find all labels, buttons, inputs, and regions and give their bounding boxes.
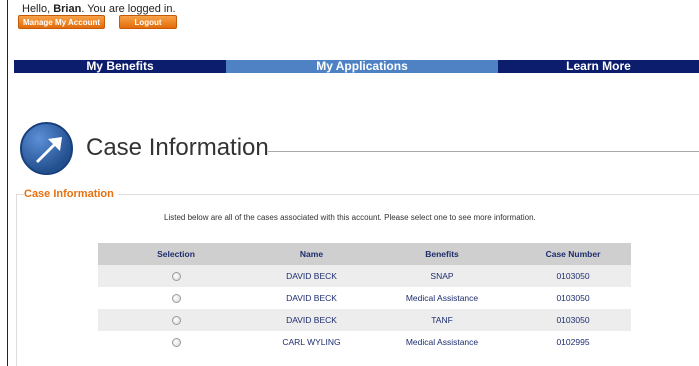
manage-account-button[interactable]: Manage My Account [18,15,105,29]
nav-my-benefits[interactable]: My Benefits [14,60,226,73]
case-number-cell: 0103050 [515,265,631,287]
logout-button[interactable]: Logout [119,15,177,29]
name-cell: DAVID BECK [254,309,369,331]
selection-cell [98,287,254,309]
table-row[interactable]: DAVID BECK Medical Assistance 0103050 [98,287,631,309]
arrow-icon [20,122,73,175]
case-number-cell: 0102995 [515,331,631,353]
section-border-top [16,194,699,195]
benefits-cell: TANF [369,309,515,331]
name-cell: CARL WYLING [254,331,369,353]
column-header-name: Name [254,243,369,265]
selection-cell [98,265,254,287]
greeting-prefix: Hello, [22,3,54,15]
selection-cell [98,331,254,353]
table-row[interactable]: DAVID BECK TANF 0103050 [98,309,631,331]
case-number-cell: 0103050 [515,309,631,331]
left-frame-border [0,0,8,366]
section-border-left [16,194,17,366]
benefits-cell: SNAP [369,265,515,287]
column-header-selection: Selection [98,243,254,265]
nav-learn-more[interactable]: Learn More [498,60,699,73]
column-header-case-number: Case Number [515,243,631,265]
section-intro-text: Listed below are all of the cases associ… [164,213,536,222]
user-name: Brian [53,3,82,15]
case-table: Selection Name Benefits Case Number DAVI… [98,243,631,353]
case-number-cell: 0103050 [515,287,631,309]
table-row[interactable]: DAVID BECK SNAP 0103050 [98,265,631,287]
greeting-suffix: . You are logged in. [81,3,176,15]
benefits-cell: Medical Assistance [369,331,515,353]
case-select-radio[interactable] [171,272,181,282]
benefits-cell: Medical Assistance [369,287,515,309]
table-row[interactable]: CARL WYLING Medical Assistance 0102995 [98,331,631,353]
title-divider [268,151,699,152]
name-cell: DAVID BECK [254,265,369,287]
table-header-row: Selection Name Benefits Case Number [98,243,631,265]
nav-my-applications[interactable]: My Applications [226,60,498,73]
case-select-radio[interactable] [171,338,181,348]
case-select-radio[interactable] [171,294,181,304]
column-header-benefits: Benefits [369,243,515,265]
login-greeting: Hello, Brian. You are logged in. [22,3,176,15]
main-nav: My Benefits My Applications Learn More [14,60,699,73]
case-select-radio[interactable] [171,316,181,326]
name-cell: DAVID BECK [254,287,369,309]
page-title: Case Information [86,134,269,161]
selection-cell [98,309,254,331]
section-legend: Case Information [24,188,118,200]
